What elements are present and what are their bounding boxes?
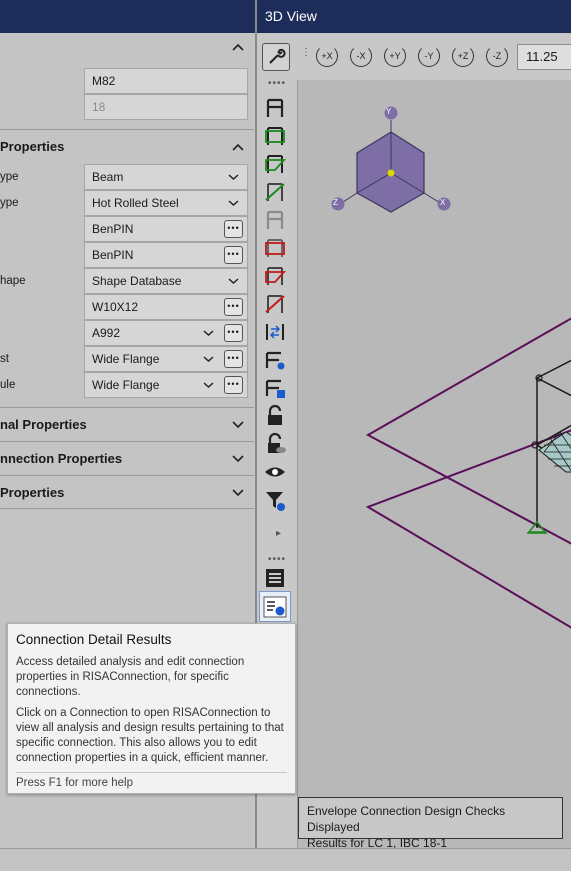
tooltip: Connection Detail Results Access detaile… (7, 623, 296, 794)
zoom-input[interactable]: 11.25 (517, 44, 571, 70)
frame-red-diag-icon[interactable] (263, 264, 287, 288)
frame-gray-icon[interactable] (263, 208, 287, 232)
section-title: nal Properties (0, 417, 87, 432)
model-canvas[interactable] (298, 80, 571, 848)
properties-titlebar (0, 0, 255, 33)
frame-green-brace-icon[interactable] (263, 180, 287, 204)
number-field: 18 (84, 94, 248, 120)
member-type-select[interactable]: Beam (84, 164, 248, 190)
chevron-down-icon[interactable] (232, 442, 244, 477)
tooltip-description: Access detailed analysis and edit connec… (16, 656, 245, 698)
model-geometry[interactable] (365, 317, 571, 629)
ellipsis-icon[interactable]: ••• (224, 324, 243, 342)
chevron-up-icon[interactable] (232, 130, 244, 165)
chevron-down-icon[interactable] (228, 191, 239, 216)
view-title: 3D View (257, 0, 571, 33)
filter-icon[interactable] (263, 488, 287, 512)
tooltip-help: Press F1 for more help (16, 777, 133, 789)
end-release-field[interactable]: BenPIN ••• (84, 242, 248, 268)
section-additional-properties[interactable]: nal Properties (0, 407, 254, 441)
rotate-plus-y-button[interactable]: +Y (382, 43, 408, 69)
shape-source-select[interactable]: Shape Database (84, 268, 248, 294)
material-select[interactable]: A992 ••• (84, 320, 248, 346)
label-field[interactable]: M82 (84, 68, 248, 94)
chevron-down-icon[interactable] (228, 269, 239, 294)
model-viewport[interactable]: Y Z X (297, 80, 571, 848)
axis-label-x: X (440, 198, 446, 207)
results-legend: Envelope Connection Design Checks Displa… (298, 797, 563, 850)
toolbar-grip[interactable]: ⋮ (301, 47, 312, 58)
row-label-material-type: ype (0, 197, 19, 209)
chevron-down-icon[interactable] (203, 321, 214, 346)
strip-grip[interactable]: •••• (268, 78, 286, 89)
ellipsis-icon[interactable]: ••• (224, 246, 243, 264)
chevron-down-icon[interactable] (232, 408, 244, 443)
end-connection-select[interactable]: Wide Flange ••• (84, 372, 248, 398)
rotate-plus-x-button[interactable]: +X (314, 43, 340, 69)
general-section-header[interactable] (0, 33, 254, 67)
section-title: Properties (0, 139, 65, 154)
rotate-minus-z-button[interactable]: -Z (484, 43, 510, 69)
ellipsis-icon[interactable]: ••• (224, 298, 243, 316)
shape-field[interactable]: W10X12 ••• (84, 294, 248, 320)
status-bar (0, 848, 571, 871)
lock-view-icon[interactable] (263, 432, 287, 456)
results-table-icon[interactable] (263, 566, 287, 590)
material-type-select[interactable]: Hot Rolled Steel (84, 190, 248, 216)
ellipsis-icon[interactable]: ••• (224, 376, 243, 394)
section-connection-properties[interactable]: nnection Properties (0, 441, 254, 475)
ellipsis-icon[interactable]: ••• (224, 220, 243, 238)
row-label-type: ype (0, 171, 19, 183)
results-legend-line1: Envelope Connection Design Checks Displa… (307, 804, 506, 834)
rotate-minus-y-button[interactable]: -Y (416, 43, 442, 69)
eye-icon[interactable] (263, 460, 287, 484)
row-label-shape: hape (0, 275, 26, 287)
rotate-plus-z-button[interactable]: +Z (450, 43, 476, 69)
start-connection-select[interactable]: Wide Flange ••• (84, 346, 248, 372)
rotate-minus-x-button[interactable]: -X (348, 43, 374, 69)
ellipsis-icon[interactable]: ••• (224, 350, 243, 368)
connection-detail-results-button[interactable] (259, 591, 291, 622)
chevron-down-icon[interactable] (232, 476, 244, 511)
align-icon[interactable] (263, 320, 287, 344)
frame-green-icon[interactable] (263, 124, 287, 148)
section-title: Properties (0, 485, 65, 500)
strip-grip[interactable]: •••• (268, 554, 286, 565)
chevron-down-icon[interactable] (228, 165, 239, 190)
tooltip-title: Connection Detail Results (16, 632, 172, 647)
frame-red-icon[interactable] (263, 236, 287, 260)
chevron-down-icon[interactable] (203, 373, 214, 398)
frame-save-icon[interactable] (263, 376, 287, 400)
frame-green-diag-icon[interactable] (263, 152, 287, 176)
frame-red-brace-icon[interactable] (263, 292, 287, 316)
chevron-down-icon[interactable] (203, 347, 214, 372)
section-title: nnection Properties (0, 451, 123, 466)
tooltip-details: Click on a Connection to open RISAConnec… (16, 707, 284, 764)
frame-settings-icon[interactable] (263, 348, 287, 372)
row-label-start: st (0, 353, 9, 365)
frame-icon[interactable] (263, 96, 287, 120)
axis-label-z: Z (333, 198, 338, 207)
axis-label-y: Y (386, 107, 392, 116)
chevron-up-icon[interactable] (232, 41, 244, 55)
connection-detail-icon[interactable] (263, 596, 287, 618)
orientation-cube[interactable] (331, 106, 451, 213)
expand-strip-icon[interactable]: ▸ (276, 528, 282, 539)
section-properties[interactable]: Properties (0, 129, 254, 163)
section-design-properties[interactable]: Properties (0, 475, 254, 509)
start-release-field[interactable]: BenPIN ••• (84, 216, 248, 242)
tooltip-divider (16, 772, 287, 773)
wrench-icon[interactable] (262, 43, 290, 71)
row-label-rule: ule (0, 379, 16, 391)
lock-icon[interactable] (263, 404, 287, 428)
